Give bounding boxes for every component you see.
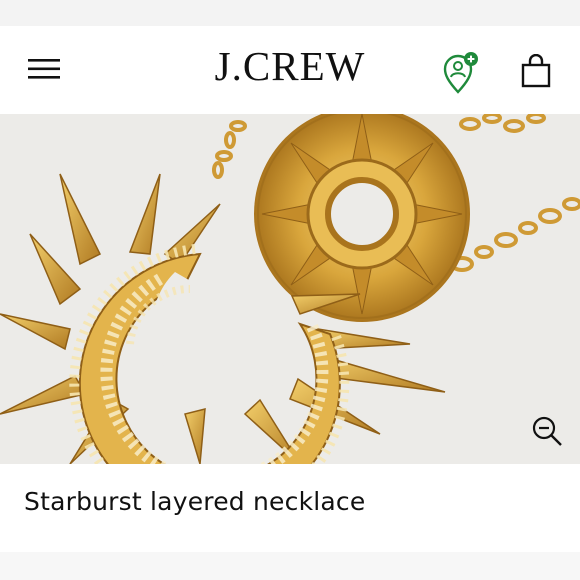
sun-medallion (254, 114, 470, 322)
store-locator-icon (443, 52, 478, 94)
necklace-photo (0, 114, 580, 464)
top-status-strip (0, 0, 580, 26)
zoom-out-icon (532, 416, 562, 446)
zoom-button[interactable] (530, 414, 564, 448)
bottom-strip (0, 552, 580, 580)
shopping-bag-button[interactable] (518, 53, 554, 90)
product-title: Starburst layered necklace (24, 487, 366, 516)
shopping-bag-icon (521, 53, 551, 88)
product-image[interactable] (0, 114, 580, 464)
site-header: J.CREW (0, 26, 580, 114)
brand-logo[interactable]: J.CREW (0, 46, 580, 87)
store-locator-button[interactable] (440, 50, 482, 96)
chain-left (212, 120, 247, 179)
